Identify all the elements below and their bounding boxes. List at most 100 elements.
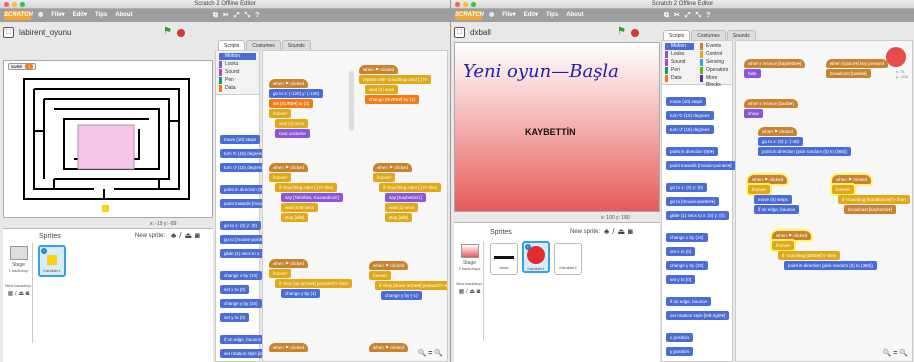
palette-block[interactable]: if on edge, bounce — [220, 335, 266, 344]
tab-costumes[interactable]: Costumes — [246, 40, 281, 50]
zoom-controls[interactable]: 🔍 = 🔍 — [418, 349, 443, 357]
tab-costumes[interactable]: Costumes — [691, 30, 726, 40]
duplicate-icon[interactable]: ⧉ — [213, 9, 218, 22]
script-block[interactable]: forever — [369, 271, 392, 280]
palette-block[interactable]: go to x: (0) y: (0) — [220, 221, 262, 230]
script-block[interactable]: when ⚑ clicked — [772, 231, 812, 240]
tab-scripts[interactable]: Scripts — [218, 40, 246, 50]
palette-block[interactable]: move (10) steps — [666, 97, 707, 106]
script-block[interactable]: when ⚑ clicked — [269, 163, 309, 172]
minimize-window-button[interactable] — [463, 2, 468, 7]
script-block[interactable]: show — [744, 109, 763, 118]
script-block[interactable]: when I receive [basla▾] — [744, 99, 798, 108]
script-block[interactable]: go to x: (-120) y: (-130) — [269, 89, 324, 98]
palette-block[interactable]: set y to (0) — [666, 275, 696, 284]
sprite-thumb-tahta[interactable]: tahta — [490, 243, 518, 275]
green-flag-icon[interactable]: ⚑ — [163, 27, 172, 37]
script-block[interactable]: wait (0.5) secs — [281, 203, 319, 212]
script-block[interactable]: forever — [269, 109, 292, 118]
backdrop-tools-icons[interactable]: ▦ / ⏏ ◙ — [5, 290, 32, 297]
category-operators[interactable]: Operators — [700, 67, 729, 74]
script-block[interactable]: wait (1) secs — [275, 119, 309, 128]
sprite-library-icon[interactable]: ♣ — [171, 231, 176, 240]
script-block[interactable]: next costume — [275, 129, 310, 138]
palette-block[interactable]: set x to (0) — [666, 247, 696, 256]
palette-block[interactable]: move (10) steps — [220, 135, 261, 144]
menu-tips[interactable]: Tips — [546, 9, 558, 22]
category-events[interactable]: Events — [700, 43, 729, 50]
script-block[interactable]: when ⚑ clicked — [269, 343, 309, 352]
script-block[interactable]: when ⚑ clicked — [832, 175, 872, 184]
category-data[interactable]: Data — [219, 85, 256, 92]
palette-block[interactable]: change y by (10) — [666, 261, 708, 270]
script-block[interactable]: forever — [772, 241, 795, 250]
palette-block[interactable]: point towards [mouse-pointer▾] — [666, 161, 736, 170]
category-data[interactable]: Data — [665, 75, 694, 82]
script-block[interactable]: forever — [832, 185, 855, 194]
palette-block[interactable]: turn ↺ (15) degrees — [666, 125, 714, 134]
category-looks[interactable]: Looks — [665, 51, 694, 58]
script-block[interactable]: forever — [748, 185, 771, 194]
palette-block[interactable]: set x to (0) — [220, 285, 250, 294]
script-block[interactable]: change [SURE▾] by (1) — [365, 95, 420, 104]
script-block[interactable]: repeat until <touching color [ ]?> — [359, 75, 432, 84]
script-block[interactable]: if <touching [Karakter1▾]?> then — [838, 195, 910, 204]
palette-block[interactable]: go to x: (0) y: (0) — [666, 183, 708, 192]
close-window-button[interactable] — [455, 2, 460, 7]
script-block[interactable]: when ⚑ clicked — [748, 175, 788, 184]
script-block[interactable]: say [Kaybettiniz] — [385, 193, 426, 202]
script-block[interactable]: when ⚑ clicked — [758, 127, 798, 136]
category-sound[interactable]: Sound — [665, 59, 694, 66]
menu-edit[interactable]: Edit▾ — [524, 9, 538, 22]
grow-icon[interactable]: ⤢ — [685, 9, 691, 22]
stage-thumbnail[interactable]: Stage 2 backdrops New backdrop: ▦ / ⏏ ◙ — [456, 241, 484, 341]
cut-icon[interactable]: ✂ — [674, 9, 680, 22]
stop-button[interactable] — [177, 29, 185, 37]
stage-thumbnail[interactable]: Stage 1 backdrop New backdrop: ▦ / ⏏ ◙ — [5, 243, 33, 343]
zoom-controls[interactable]: 🔍 = 🔍 — [883, 349, 908, 357]
grow-icon[interactable]: ⤢ — [234, 9, 240, 22]
tab-scripts[interactable]: Scripts — [663, 30, 691, 40]
project-title-field[interactable]: labirent_oyunu — [19, 28, 71, 37]
duplicate-icon[interactable]: ⧉ — [664, 9, 669, 22]
category-pen[interactable]: Pen — [665, 67, 694, 74]
menu-edit[interactable]: Edit▾ — [73, 9, 87, 22]
upload-icon[interactable]: ⏏ — [617, 227, 625, 236]
palette-block[interactable]: change x by (10) — [666, 233, 708, 242]
category-sensing[interactable]: Sensing — [700, 59, 729, 66]
backdrop-tools-icons[interactable]: ▦ / ⏏ ◙ — [456, 288, 483, 295]
scripts-scrollbar[interactable] — [349, 71, 354, 131]
script-block[interactable]: when ⚑ clicked — [359, 65, 399, 74]
script-block[interactable]: when ⚑ clicked — [373, 163, 413, 172]
sprite-thumb-karakter1[interactable]: i Karakter1 — [38, 245, 66, 277]
maximize-window-button[interactable] — [471, 2, 476, 7]
camera-icon[interactable]: ◙ — [195, 231, 200, 240]
script-block[interactable]: point in direction (pick random (0) to (… — [758, 147, 852, 156]
paint-brush-icon[interactable]: / — [612, 227, 614, 236]
presentation-mode-icon[interactable]: ⬚ — [3, 26, 14, 38]
script-block[interactable]: say [Tebrikler, Kazandınız!] — [281, 193, 343, 202]
script-block[interactable]: change y by (1) — [281, 289, 321, 298]
stop-button[interactable] — [631, 29, 639, 37]
shrink-icon[interactable]: ⤡ — [244, 9, 250, 22]
script-block[interactable]: when ⚑ clicked — [269, 259, 309, 268]
shrink-icon[interactable]: ⤡ — [695, 9, 701, 22]
sprite-thumb-karakter2[interactable]: Karakter2 — [554, 243, 582, 275]
scratch-logo[interactable]: SCRATCH — [4, 11, 33, 20]
sprite-library-icon[interactable]: ♣ — [604, 227, 609, 236]
stage[interactable]: Yeni oyun—Başla KAYBETTİN — [454, 42, 660, 212]
script-block[interactable]: stop [all▾] — [385, 213, 413, 222]
script-block[interactable]: point in direction (pick random (0) to (… — [784, 261, 878, 270]
upload-icon[interactable]: ⏏ — [184, 231, 192, 240]
script-block[interactable]: if on edge, bounce — [754, 205, 800, 214]
script-block[interactable]: when ⚑ clicked — [269, 79, 309, 88]
palette-block[interactable]: change y by (10) — [220, 299, 262, 308]
green-flag-icon[interactable]: ⚑ — [617, 27, 626, 37]
script-block[interactable]: if <touching color [ ]?> then — [275, 183, 338, 192]
palette-block[interactable]: set rotation style [left-right▾] — [666, 311, 730, 320]
category-pen[interactable]: Pen — [219, 77, 256, 84]
menu-about[interactable]: About — [566, 9, 583, 22]
palette-block[interactable]: if on edge, bounce — [666, 297, 712, 306]
script-block[interactable]: forever — [269, 173, 292, 182]
script-block[interactable]: if <key [up arrow▾] pressed?> then — [275, 279, 353, 288]
